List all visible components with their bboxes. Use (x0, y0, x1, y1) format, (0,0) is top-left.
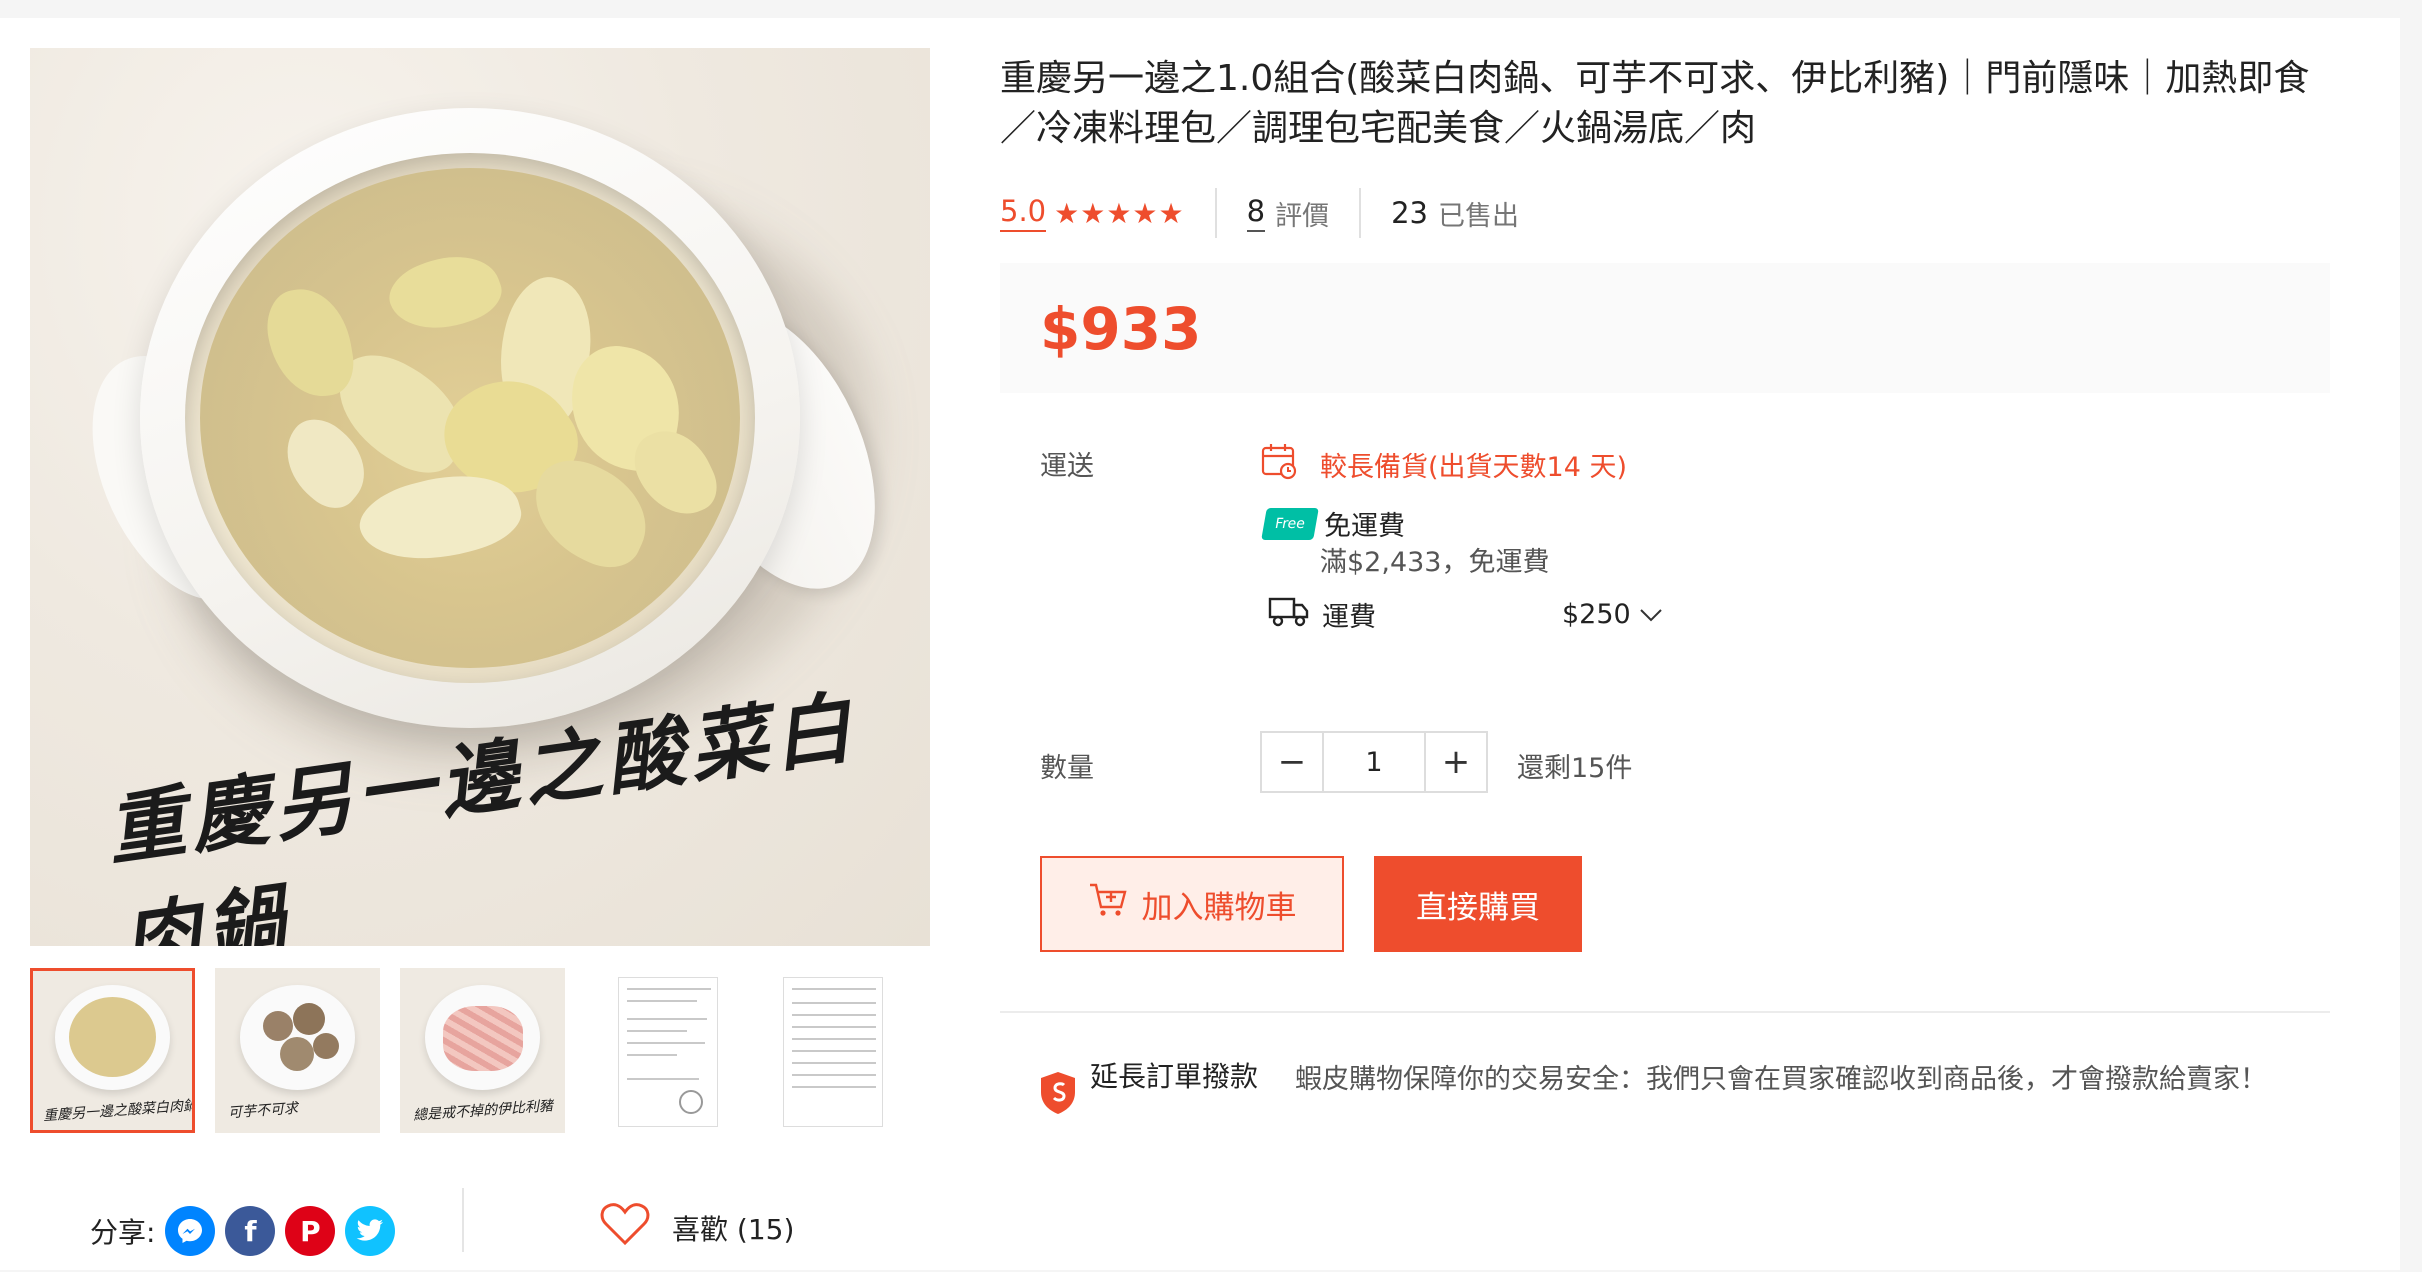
rating-row: 5.0 ★★★★★ 8 評價 23 已售出 (1000, 188, 1519, 238)
truck-icon (1268, 594, 1310, 635)
like-button[interactable]: 喜歡 (15) (600, 1202, 794, 1253)
product-card: 重慶另一邊之酸菜白肉鍋 重慶另一邊之酸菜白肉鍋 可芋不可求 總是戒不掉的伊比利豬 (0, 18, 2400, 1270)
thumbnail-strip: 重慶另一邊之酸菜白肉鍋 可芋不可求 總是戒不掉的伊比利豬 (30, 968, 935, 1133)
guarantee-title: 延長訂單撥款 (1090, 1060, 1259, 1093)
share-bar: 分享: f P (90, 1206, 396, 1256)
twitter-icon[interactable] (345, 1206, 396, 1256)
star-rating-icon: ★★★★★ (1054, 196, 1185, 230)
thumbnail-caption: 總是戒不掉的伊比利豬 (412, 1098, 554, 1124)
price-section: $933 (1000, 263, 2330, 393)
preorder-row: 較長備貨(出貨天數14 天) (1260, 442, 1627, 487)
share-like-divider (462, 1188, 464, 1252)
quantity-stepper: − 1 + (1260, 731, 1488, 793)
thumbnail-1[interactable]: 重慶另一邊之酸菜白肉鍋 (30, 968, 195, 1133)
document-thumbnail (618, 977, 718, 1127)
free-shipping-row: Free 免運費 (1261, 504, 1405, 543)
shipping-fee-label: 運費 (1322, 602, 1376, 633)
product-main-image[interactable]: 重慶另一邊之酸菜白肉鍋 (30, 48, 930, 946)
thumbnail-2[interactable]: 可芋不可求 (215, 968, 380, 1133)
shield-icon (1038, 1070, 1078, 1120)
reviews-count[interactable]: 8 (1246, 194, 1266, 232)
free-shipping-title: 免運費 (1324, 511, 1405, 542)
product-title: 重慶另一邊之1.0組合(酸菜白肉鍋、可芋不可求、伊比利豬)｜門前隱味｜加熱即食／… (1000, 58, 2310, 149)
like-label: 喜歡 (15) (672, 1212, 795, 1246)
thumbnail-3[interactable]: 總是戒不掉的伊比利豬 (400, 968, 565, 1133)
chevron-down-icon (1639, 599, 1663, 630)
guarantee-text: 蝦皮購物保障你的交易安全：我們只會在買家確認收到商品後，才會撥款給賣家！ (1295, 1064, 2267, 1095)
quantity-input[interactable]: 1 (1322, 733, 1426, 791)
quantity-label: 數量 (1040, 753, 1094, 784)
free-shipping-icon: Free (1261, 507, 1319, 540)
thumbnail-4[interactable] (585, 968, 750, 1133)
price: $933 (1040, 295, 1202, 363)
quantity-increase-button[interactable]: + (1426, 733, 1486, 791)
rating-value[interactable]: 5.0 (1000, 194, 1047, 232)
section-divider (1000, 1011, 2330, 1013)
heart-icon (600, 1202, 650, 1253)
document-thumbnail (783, 977, 883, 1127)
free-shipping-condition: 滿$2,433，免運費 (1320, 547, 1550, 578)
preorder-text: 較長備貨(出貨天數14 天) (1320, 452, 1628, 483)
add-to-cart-button[interactable]: 加入購物車 (1040, 856, 1344, 952)
reviews-label: 評價 (1275, 200, 1330, 232)
shipping-fee-row[interactable]: 運費 $250 (1268, 594, 1663, 635)
shipping-label: 運送 (1040, 451, 1094, 482)
add-to-cart-label: 加入購物車 (1141, 889, 1297, 926)
thumbnail-caption: 可芋不可求 (227, 1100, 299, 1122)
calendar-icon (1260, 442, 1298, 487)
thumbnail-caption: 重慶另一邊之酸菜白肉鍋 (42, 1097, 195, 1125)
facebook-icon[interactable]: f (225, 1206, 276, 1256)
sold-label: 已售出 (1438, 200, 1519, 232)
share-label: 分享: (90, 1216, 156, 1249)
cart-icon (1088, 881, 1128, 927)
pinterest-icon[interactable]: P (285, 1206, 336, 1256)
stock-remaining: 還剩15件 (1517, 753, 1633, 784)
thumbnail-5[interactable] (770, 968, 935, 1133)
buy-now-button[interactable]: 直接購買 (1374, 856, 1582, 952)
shipping-fee-value: $250 (1562, 599, 1631, 630)
messenger-icon[interactable] (165, 1206, 216, 1256)
sold-count: 23 (1391, 196, 1428, 230)
quantity-decrease-button[interactable]: − (1262, 733, 1322, 791)
